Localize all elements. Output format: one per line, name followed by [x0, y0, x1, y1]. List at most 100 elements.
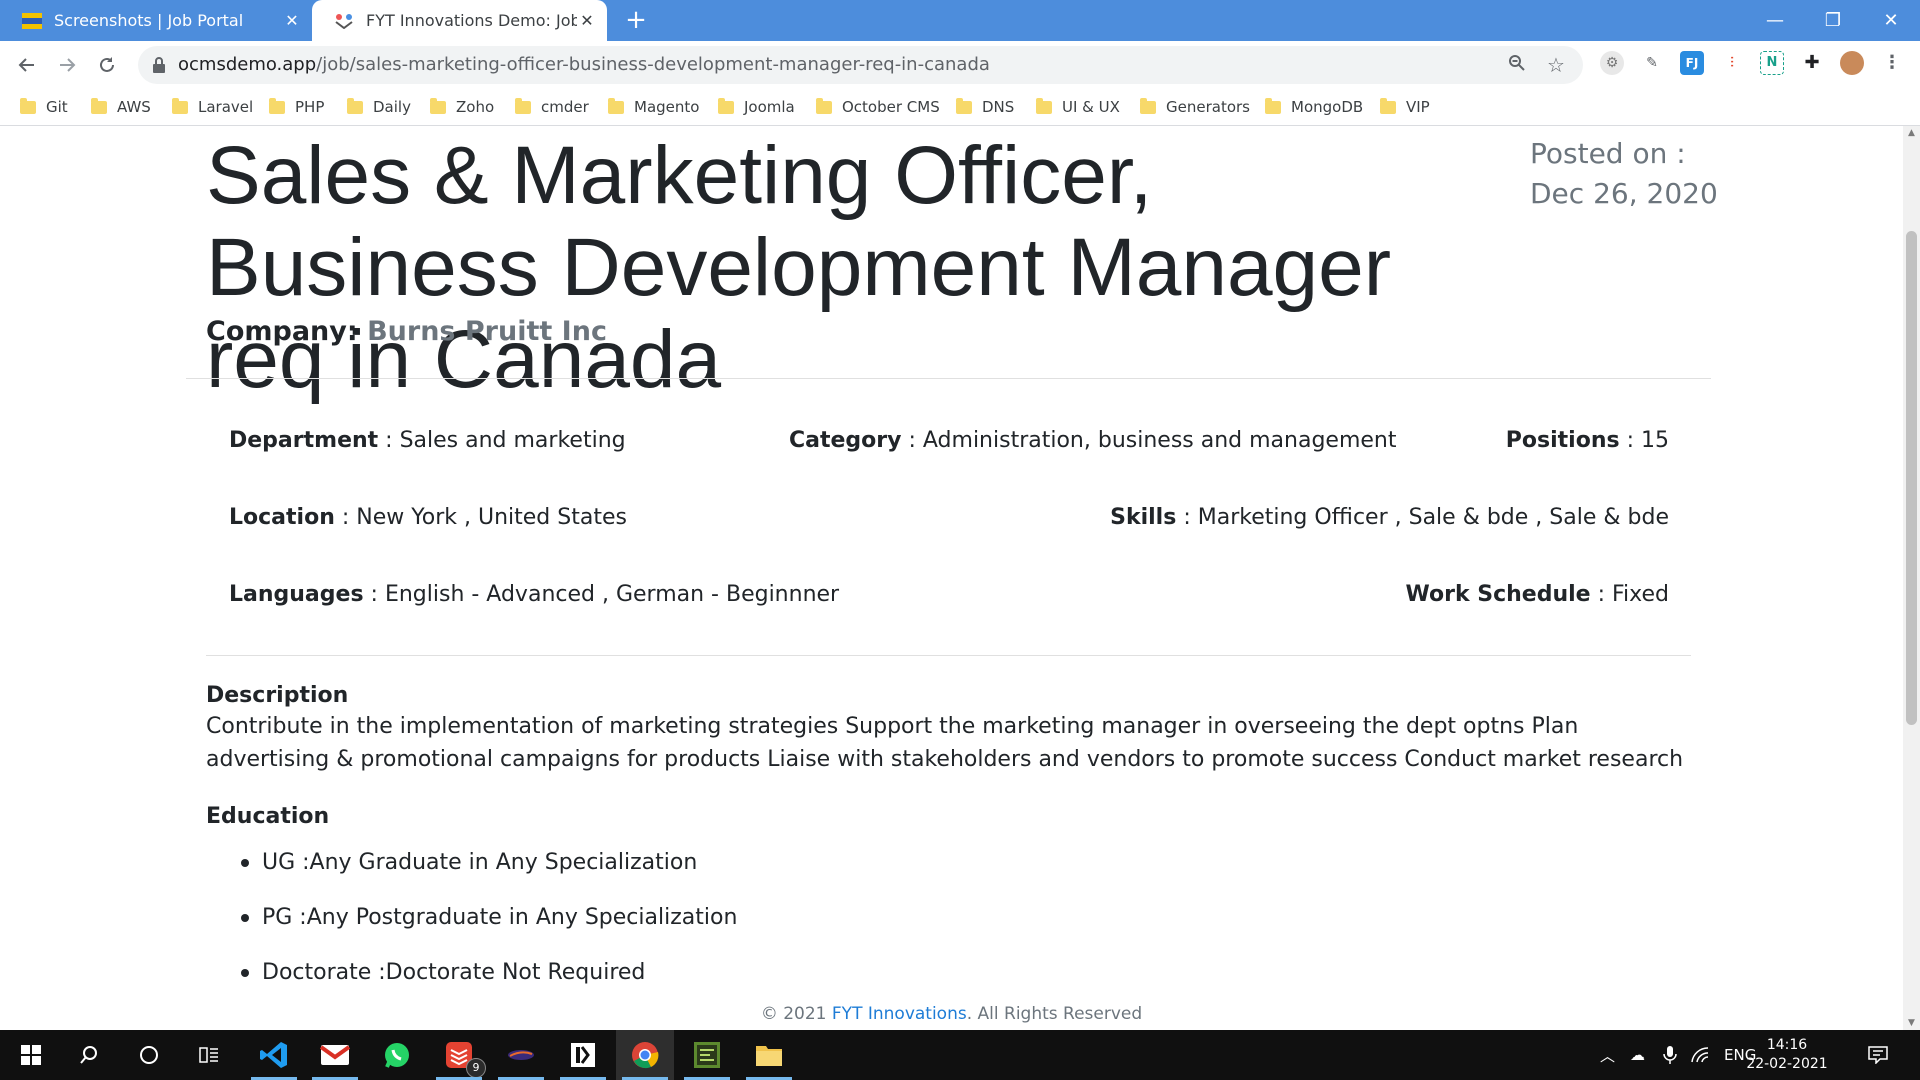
positions-field: Positions : 15	[1506, 428, 1669, 453]
onedrive-icon[interactable]: ☁	[1630, 1030, 1645, 1080]
file-explorer-icon[interactable]	[740, 1030, 798, 1080]
search-icon	[80, 1046, 97, 1064]
microphone-icon[interactable]	[1663, 1030, 1677, 1080]
bookmark-folder[interactable]: Daily	[347, 89, 411, 125]
fyt-favicon-icon	[335, 13, 353, 29]
taskbar: 9 ︿ ☁ ENG 14:16 22-02-2021	[0, 1030, 1920, 1080]
bookmark-folder[interactable]: DNS	[956, 89, 1014, 125]
work-schedule-field: Work Schedule : Fixed	[1406, 582, 1670, 607]
reload-button[interactable]	[92, 50, 122, 80]
bookmark-label: Git	[46, 98, 68, 116]
bookmark-label: Laravel	[198, 98, 254, 116]
bookmark-folder[interactable]: Magento	[608, 89, 699, 125]
gmail-icon[interactable]	[306, 1030, 364, 1080]
skills-field: Skills : Marketing Officer , Sale & bde …	[1110, 505, 1669, 530]
clock[interactable]: 14:16 22-02-2021	[1745, 1036, 1829, 1074]
eyedropper-extension-icon[interactable]: ✎	[1640, 51, 1664, 75]
bookmark-folder[interactable]: Zoho	[430, 89, 494, 125]
start-button[interactable]	[2, 1030, 60, 1080]
positions-label: Positions	[1505, 428, 1620, 453]
folder-icon	[347, 97, 363, 114]
folder-icon	[956, 97, 972, 114]
address-bar[interactable]: ocmsdemo.app/job/sales-marketing-officer…	[138, 46, 1583, 84]
folder-icon	[515, 97, 531, 114]
task-view-button[interactable]	[180, 1030, 238, 1080]
company-line: Company: Burns Pruitt Inc	[206, 316, 607, 347]
tab-close-icon[interactable]: ✕	[282, 11, 302, 30]
minimize-button[interactable]: —	[1746, 0, 1804, 41]
search-button[interactable]	[60, 1030, 118, 1080]
description-text: Contribute in the implementation of mark…	[206, 714, 1684, 772]
sublime-icon[interactable]	[678, 1030, 736, 1080]
company-name-link[interactable]: Burns Pruitt Inc	[367, 316, 607, 347]
company-label: Company:	[206, 316, 358, 347]
puzzle-icon[interactable]: ✚	[1800, 51, 1824, 75]
posted-on: Posted on : Dec 26, 2020	[1530, 134, 1718, 214]
bookmark-folder[interactable]: VIP	[1380, 89, 1430, 125]
terminal-icon[interactable]	[492, 1030, 550, 1080]
app-icon[interactable]	[554, 1030, 612, 1080]
n-extension-icon[interactable]: N	[1760, 51, 1784, 75]
folder-icon	[608, 97, 624, 114]
chrome-icon[interactable]	[616, 1030, 674, 1080]
fj-extension-icon[interactable]: FJ	[1680, 51, 1704, 75]
bookmark-label: Zoho	[456, 98, 495, 116]
job-title: Sales & Marketing Officer, Business Deve…	[206, 130, 1392, 405]
red-extension-icon[interactable]: ⫶	[1720, 51, 1744, 75]
tab-label: Screenshots | Job Portal	[54, 11, 244, 30]
url-path: /job/sales-marketing-officer-business-de…	[316, 54, 990, 75]
bookmark-label: DNS	[982, 98, 1015, 116]
browser-toolbar: ocmsdemo.app/job/sales-marketing-officer…	[0, 41, 1920, 89]
vscode-icon[interactable]	[245, 1030, 303, 1080]
bookmark-star-icon[interactable]: ☆	[1544, 53, 1568, 77]
page-scrollbar[interactable]: ▲ ▼	[1903, 126, 1920, 1030]
bookmark-folder[interactable]: Joomla	[718, 89, 795, 125]
bookmark-folder[interactable]: MongoDB	[1265, 89, 1363, 125]
job-portal-favicon-icon	[22, 12, 42, 29]
lock-icon	[153, 57, 165, 73]
bookmark-label: Joomla	[744, 98, 795, 116]
cortana-button[interactable]	[120, 1030, 178, 1080]
footer-brand-link[interactable]: FYT Innovations	[832, 1004, 967, 1024]
footer-prefix: © 2021	[760, 1004, 832, 1024]
bookmark-folder[interactable]: Laravel	[172, 89, 253, 125]
tab-screenshots[interactable]: Screenshots | Job Portal ✕	[0, 0, 312, 41]
wifi-icon[interactable]	[1690, 1030, 1710, 1080]
bookmark-folder[interactable]: Git	[20, 89, 68, 125]
tab-job-details[interactable]: FYT Innovations Demo: Job detai ✕	[312, 0, 607, 41]
bookmark-folder[interactable]: October CMS	[816, 89, 940, 125]
page-content: Sales & Marketing Officer, Business Deve…	[0, 126, 1903, 1030]
bookmark-label: VIP	[1406, 98, 1430, 116]
new-tab-button[interactable]: +	[622, 6, 650, 34]
restore-button[interactable]: ❐	[1804, 0, 1862, 41]
settings-gear-extension-icon[interactable]: ⚙	[1600, 51, 1624, 75]
todoist-icon[interactable]: 9	[430, 1030, 488, 1080]
back-button[interactable]	[12, 50, 42, 80]
folder-icon	[91, 97, 107, 114]
bookmark-folder[interactable]: cmder	[515, 89, 589, 125]
arrow-left-icon	[18, 58, 34, 72]
bookmarks-bar: Git AWS Laravel PHP Daily Zoho cmder Mag…	[0, 89, 1920, 126]
scroll-up-icon[interactable]: ▲	[1903, 126, 1920, 140]
bookmark-folder[interactable]: Generators	[1140, 89, 1250, 125]
notifications-icon[interactable]	[1868, 1030, 1888, 1080]
divider	[186, 378, 1711, 379]
scroll-down-icon[interactable]: ▼	[1903, 1016, 1920, 1030]
bookmark-label: cmder	[541, 98, 589, 116]
bookmark-folder[interactable]: AWS	[91, 89, 151, 125]
arrow-right-icon	[60, 58, 76, 72]
bookmark-folder[interactable]: UI & UX	[1036, 89, 1120, 125]
zoom-icon[interactable]	[1505, 53, 1529, 77]
work-schedule-label: Work Schedule	[1405, 582, 1591, 607]
posted-date: Dec 26, 2020	[1530, 177, 1718, 210]
close-window-button[interactable]: ✕	[1862, 0, 1920, 41]
tab-close-icon[interactable]: ✕	[577, 11, 597, 30]
forward-button[interactable]	[52, 50, 82, 80]
posted-label: Posted on :	[1530, 137, 1686, 170]
whatsapp-icon[interactable]	[368, 1030, 426, 1080]
menu-kebab-icon[interactable]: ⋮	[1880, 51, 1904, 75]
show-hidden-icons[interactable]: ︿	[1600, 1030, 1615, 1080]
bookmark-folder[interactable]: PHP	[269, 89, 324, 125]
scrollbar-thumb[interactable]	[1906, 231, 1917, 725]
profile-avatar[interactable]	[1840, 51, 1864, 75]
